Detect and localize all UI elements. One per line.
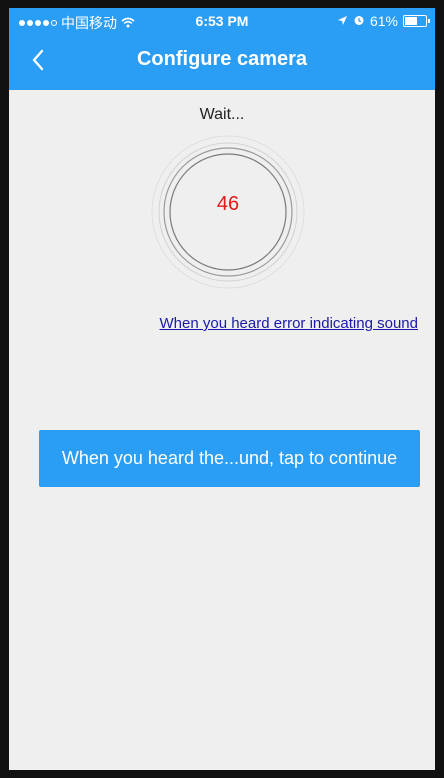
location-arrow-icon [337, 13, 348, 29]
phone-frame: 中国移动 6:53 PM 61% Configure camera Wait..… [0, 0, 444, 778]
top-bar: 中国移动 6:53 PM 61% Configure camera [9, 8, 435, 90]
battery-icon [403, 15, 430, 27]
page-title: Configure camera [136, 48, 308, 70]
status-bar: 中国移动 6:53 PM 61% [9, 8, 435, 34]
countdown-value: 46 [216, 193, 240, 215]
error-sound-link[interactable]: When you heard error indicating sound [160, 315, 419, 332]
continue-button[interactable]: When you heard the...und, tap to continu… [39, 430, 420, 487]
wait-label: Wait... [199, 106, 245, 123]
status-right: 61% [337, 13, 430, 29]
battery-percent: 61% [369, 13, 398, 29]
countdown-ring: 46 [150, 134, 306, 290]
nav-bar: Configure camera [9, 34, 435, 90]
battery-fill [405, 17, 418, 25]
battery-tip [428, 19, 430, 23]
alarm-icon [353, 13, 365, 29]
